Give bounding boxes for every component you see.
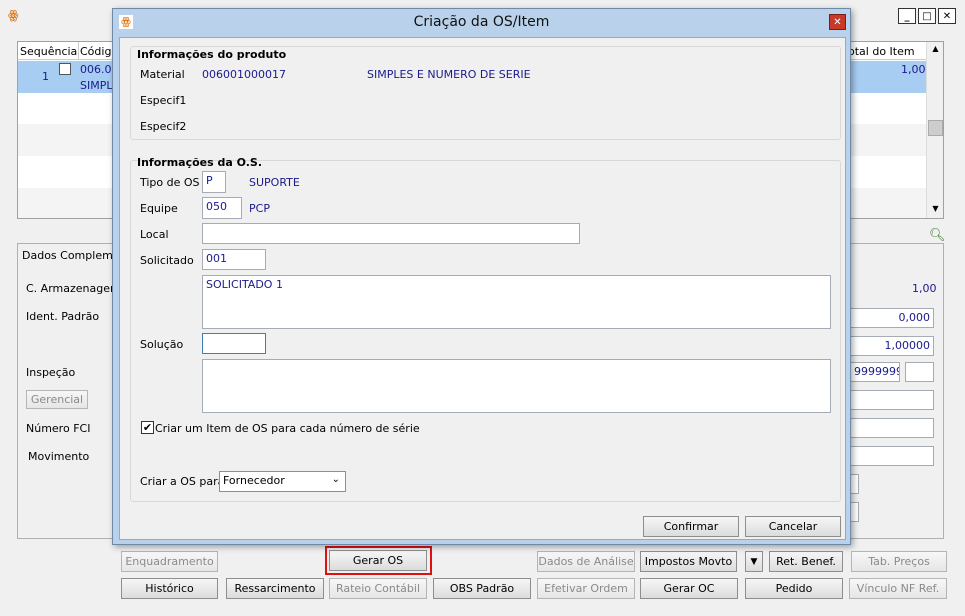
criar-os-selected: Fornecedor	[223, 474, 285, 487]
dialog-title: Criação da OS/Item	[413, 14, 550, 30]
field-movimento[interactable]	[850, 446, 934, 466]
dados-analise-button[interactable]: Dados de Análise	[537, 551, 635, 572]
rateio-contabil-button[interactable]: Rateio Contábil	[329, 578, 427, 599]
gerar-os-button[interactable]: Gerar OS	[329, 550, 427, 571]
gerar-oc-button[interactable]: Gerar OC	[640, 578, 738, 599]
efetivar-ordem-button[interactable]: Efetivar Ordem	[537, 578, 635, 599]
label-inspecao: Inspeção	[26, 366, 76, 379]
dropdown-arrow-button[interactable]: ▼	[745, 551, 763, 572]
chevron-down-icon: ▼	[750, 556, 758, 567]
especif2-label: Especif2	[140, 120, 187, 133]
scroll-thumb[interactable]	[928, 120, 943, 136]
especif1-label: Especif1	[140, 94, 187, 107]
row-total: 1,00	[901, 63, 926, 76]
label-fci: Número FCI	[26, 422, 91, 435]
material-label: Material	[140, 68, 185, 81]
app-icon: ꙮ	[8, 8, 19, 22]
header-sequencia[interactable]: Sequência	[20, 45, 77, 58]
field-value4[interactable]: 99999999	[850, 362, 900, 382]
field-9[interactable]	[850, 502, 859, 522]
field-ident[interactable]: 0,000	[850, 308, 934, 328]
maximize-button[interactable]: □	[918, 8, 936, 24]
equipe-desc: PCP	[249, 202, 270, 215]
obs-padrao-button[interactable]: OBS Padrão	[433, 578, 531, 599]
tipo-os-desc: SUPORTE	[249, 176, 300, 189]
tipo-os-label: Tipo de OS	[140, 176, 200, 189]
material-code: 006001000017	[202, 68, 286, 81]
ressarcimento-button[interactable]: Ressarcimento	[226, 578, 324, 599]
serial-checkbox[interactable]: ✔	[141, 421, 154, 434]
solicitado-label: Solicitado	[140, 254, 194, 267]
field-5[interactable]	[850, 390, 934, 410]
solucao-input[interactable]	[202, 333, 266, 354]
equipe-input[interactable]: 050	[202, 197, 242, 219]
serial-checkbox-label[interactable]: Criar um Item de OS para cada número de …	[155, 422, 420, 435]
equipe-label: Equipe	[140, 202, 178, 215]
local-label: Local	[140, 228, 169, 241]
chevron-down-icon: ⌄	[331, 474, 340, 485]
solucao-textarea[interactable]	[202, 359, 831, 413]
local-input[interactable]	[202, 223, 580, 244]
historico-button[interactable]: Histórico	[121, 578, 218, 599]
criar-os-select[interactable]: Fornecedor ⌄	[219, 471, 346, 492]
vinculo-nf-button[interactable]: Vínculo NF Ref.	[849, 578, 947, 599]
field-value3[interactable]: 1,00000	[850, 336, 934, 356]
checkmark-icon: ✔	[142, 421, 153, 434]
row-seq: 1	[42, 70, 49, 83]
gerencial-button[interactable]: Gerencial	[26, 390, 88, 409]
field-value4b[interactable]	[905, 362, 934, 382]
scroll-down-icon[interactable]: ▼	[929, 204, 942, 216]
material-desc: SIMPLES E NUMERO DE SERIE	[367, 68, 531, 81]
tab-precos-button[interactable]: Tab. Preços	[851, 551, 947, 572]
cancelar-button[interactable]: Cancelar	[745, 516, 841, 537]
tipo-os-input[interactable]: P	[202, 171, 226, 193]
scroll-up-icon[interactable]: ▲	[929, 44, 942, 56]
minimize-button[interactable]: _	[898, 8, 916, 24]
dialog-close-button[interactable]: ✕	[829, 14, 846, 30]
value-armazenagem: 1,00	[912, 282, 937, 295]
confirmar-button[interactable]: Confirmar	[643, 516, 739, 537]
row-checkbox[interactable]	[59, 63, 71, 75]
solicitado-textarea[interactable]: SOLICITADO 1	[202, 275, 831, 329]
field-fci[interactable]	[850, 418, 934, 438]
field-8[interactable]	[850, 474, 859, 494]
enquadramento-button[interactable]: Enquadramento	[121, 551, 218, 572]
label-armazenagem: C. Armazenagem	[26, 282, 121, 295]
solucao-label: Solução	[140, 338, 184, 351]
close-icon: ✕	[833, 16, 842, 28]
produto-section-title: Informações do produto	[137, 48, 287, 61]
grid-scrollbar[interactable]: ▲ ▼	[926, 42, 943, 218]
close-window-button[interactable]: ✕	[938, 8, 956, 24]
dialog-body: Informações do produto Material 00600100…	[119, 37, 846, 540]
impostos-movto-button[interactable]: Impostos Movto	[640, 551, 737, 572]
pedido-button[interactable]: Pedido	[745, 578, 843, 599]
solicitado-input[interactable]: 001	[202, 249, 266, 270]
os-dialog: ꙮ Criação da OS/Item ✕ Informações do pr…	[112, 8, 851, 545]
criar-os-label: Criar a OS para	[140, 475, 225, 488]
zoom-search-icon[interactable]: 🔍︎	[929, 228, 946, 244]
label-movimento: Movimento	[28, 450, 90, 463]
header-total[interactable]: otal do Item	[848, 45, 915, 58]
ret-benef-button[interactable]: Ret. Benef.	[769, 551, 843, 572]
label-ident: Ident. Padrão	[26, 310, 100, 323]
os-section-title: Informações da O.S.	[137, 156, 263, 169]
